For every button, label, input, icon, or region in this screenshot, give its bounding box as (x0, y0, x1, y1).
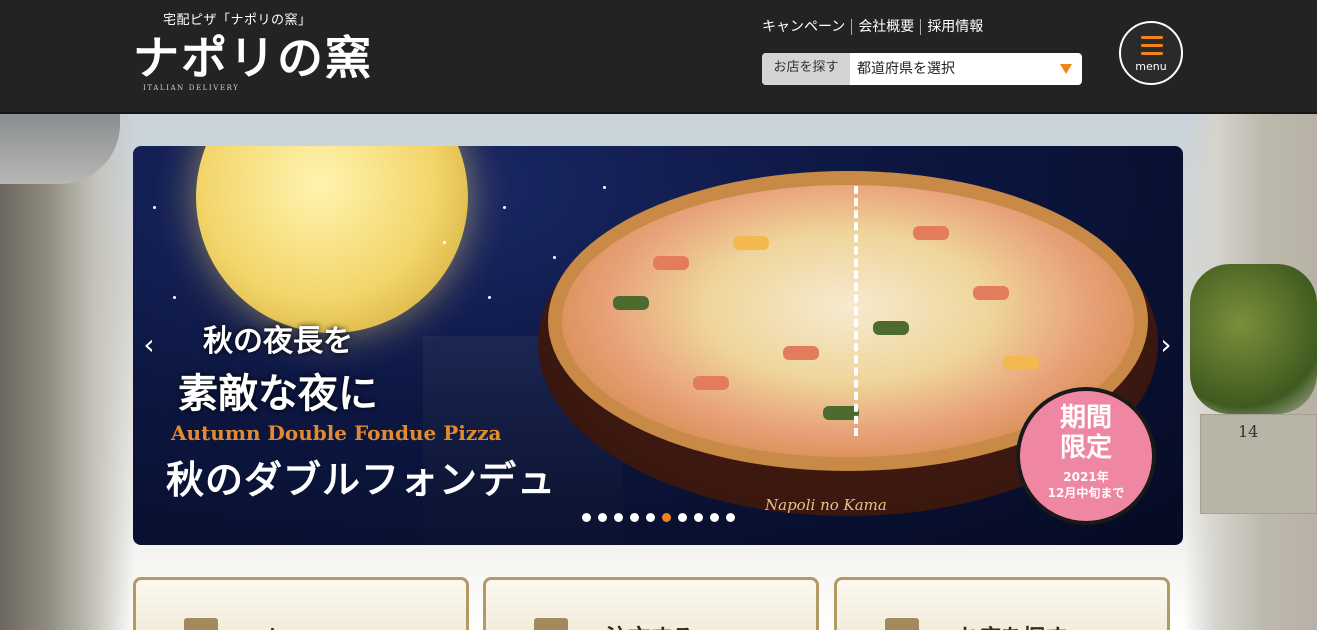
slider-dot[interactable] (662, 513, 671, 522)
prefecture-select[interactable]: 都道府県を選択 (850, 53, 1082, 85)
menu-card-label: メ (256, 620, 278, 630)
menu-button-label: menu (1135, 60, 1167, 73)
hero-headline-1: 秋の夜長を (203, 324, 353, 359)
site-header: 宅配ピザ「ナポリの窯」 ナポリの窯 ITALIAN DELIVERY キャンペー… (0, 0, 1317, 114)
slider-pagination (582, 513, 742, 522)
slider-dot[interactable] (694, 513, 703, 522)
house-icon (534, 618, 568, 630)
store-card-label: お店を探す (957, 620, 1067, 630)
nav-link-campaign[interactable]: キャンペーン (762, 19, 851, 35)
brand-signature: Napoli no Kama (765, 496, 887, 514)
logo-tagline: 宅配ピザ「ナポリの窯」 (163, 13, 312, 28)
slider-dot[interactable] (710, 513, 719, 522)
slider-dot[interactable] (646, 513, 655, 522)
moon-image (196, 146, 468, 333)
order-card[interactable]: 注文する (483, 577, 819, 630)
store-finder-label: お店を探す (762, 53, 850, 85)
limited-time-badge: 期間 限定 2021年 12月中旬まで (1016, 387, 1156, 525)
book-icon (184, 618, 218, 630)
slider-dot[interactable] (598, 513, 607, 522)
hero-headline-2: 素敵な夜に (178, 370, 378, 417)
hero-product-title: 秋のダブルフォンデュ (166, 458, 557, 502)
top-nav: キャンペーン 会社概要 採用情報 (762, 19, 989, 35)
badge-title: 期間 限定 (1059, 403, 1112, 463)
badge-date: 2021年 12月中旬まで (1047, 470, 1125, 500)
store-finder: お店を探す 都道府県を選択 (762, 53, 1082, 85)
logo-wordmark: ナポリの窯 (133, 31, 373, 85)
hero-slider[interactable]: 秋の夜長を 素敵な夜に Autumn Double Fondue Pizza 秋… (133, 146, 1183, 545)
menu-card[interactable]: メ (133, 577, 469, 630)
logo-subtitle: ITALIAN DELIVERY (143, 84, 240, 92)
nav-link-recruit[interactable]: 採用情報 (920, 19, 989, 35)
shop-icon (885, 618, 919, 630)
slider-dot[interactable] (582, 513, 591, 522)
chevron-right-icon[interactable]: › (1154, 331, 1178, 359)
order-card-label: 注文する (606, 620, 694, 630)
nav-link-company[interactable]: 会社概要 (851, 19, 920, 35)
slider-dot[interactable] (630, 513, 639, 522)
slider-dot[interactable] (678, 513, 687, 522)
building-number: 14 (1238, 422, 1259, 441)
hamburger-icon (1141, 36, 1163, 56)
site-logo[interactable]: 宅配ピザ「ナポリの窯」 ナポリの窯 ITALIAN DELIVERY (133, 8, 371, 100)
hero-english-title: Autumn Double Fondue Pizza (171, 421, 502, 445)
store-card[interactable]: お店を探す (834, 577, 1170, 630)
chevron-down-icon (1060, 64, 1072, 74)
menu-button[interactable]: menu (1119, 21, 1183, 85)
chevron-left-icon[interactable]: ‹ (137, 331, 161, 359)
slider-dot[interactable] (614, 513, 623, 522)
slider-dot[interactable] (726, 513, 735, 522)
